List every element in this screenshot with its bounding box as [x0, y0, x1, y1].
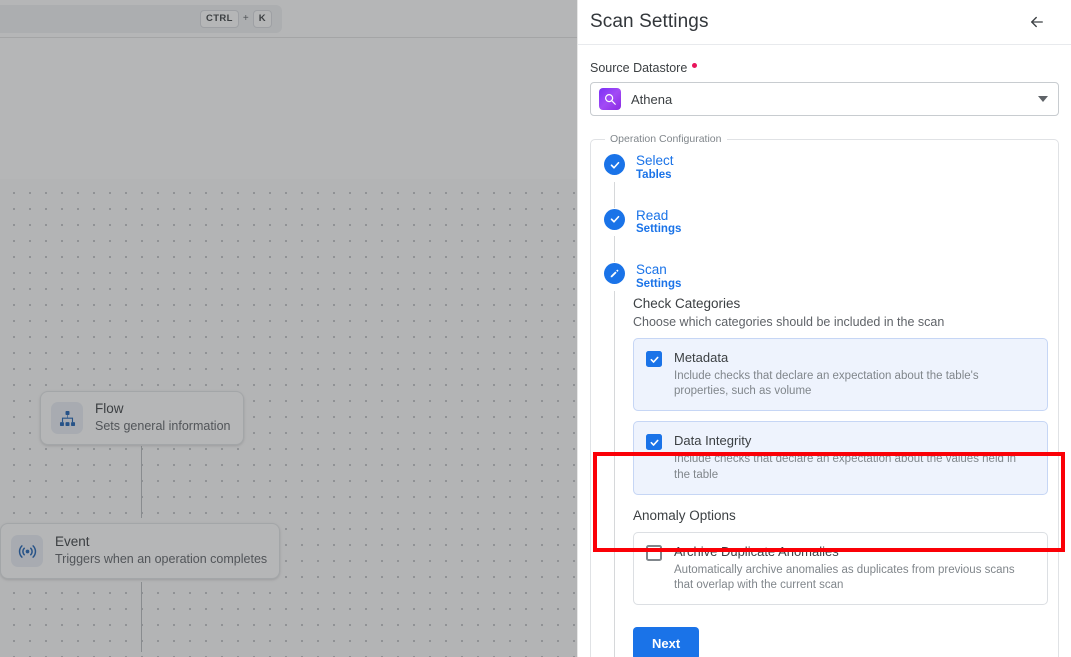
scan-settings-panel: Scan Settings Source Datastore Athena Op…	[577, 0, 1071, 657]
step-connector-2	[601, 236, 1048, 263]
event-node-texts: Event Triggers when an operation complet…	[55, 534, 268, 568]
athena-icon	[599, 88, 621, 110]
check-categories-title: Check Categories	[633, 296, 741, 312]
kbd-ctrl: CTRL	[199, 10, 239, 28]
operation-configuration-fieldset: Operation Configuration Select Tables Re…	[590, 133, 1059, 657]
step-select-tables-line1: Select	[636, 153, 674, 168]
required-indicator	[692, 62, 698, 68]
panel-body: Source Datastore Athena Operation Config…	[578, 45, 1071, 657]
source-datastore-select[interactable]: Athena	[590, 82, 1059, 116]
source-datastore-value: Athena	[631, 91, 673, 107]
broadcast-icon	[11, 535, 43, 567]
event-node[interactable]: Event Triggers when an operation complet…	[0, 523, 280, 579]
panel-header: Scan Settings	[578, 0, 1071, 45]
checkbox-card-metadata-texts: Metadata Include checks that declare an …	[674, 350, 1035, 399]
checkbox-archive-duplicate-anomalies[interactable]	[646, 544, 662, 561]
step-select-tables[interactable]: Select Tables	[601, 153, 1048, 182]
step-scan-settings[interactable]: Scan Settings	[601, 262, 1048, 291]
checkbox-metadata-label: Metadata	[674, 350, 729, 366]
checkbox-card-data-integrity-texts: Data Integrity Include checks that decla…	[674, 433, 1035, 482]
checkbox-card-archive-duplicate-anomalies[interactable]: Archive Duplicate Anomalies Automaticall…	[633, 531, 1048, 605]
stepper: Select Tables Read Settings Scan Setting…	[601, 153, 1048, 657]
anomaly-options-title: Anomaly Options	[633, 507, 736, 523]
sitemap-icon	[51, 402, 83, 434]
step-scan-settings-line1: Scan	[636, 262, 667, 278]
step-scan-settings-line2: Settings	[636, 277, 682, 290]
page-title: Scan Settings	[590, 11, 709, 32]
flow-node[interactable]: Flow Sets general information	[40, 391, 244, 445]
checkbox-metadata[interactable]	[646, 351, 662, 368]
step-read-settings-labels: Read Settings	[636, 208, 681, 237]
chevron-down-icon[interactable]	[1038, 96, 1048, 102]
checkbox-card-data-integrity[interactable]: Data Integrity Include checks that decla…	[633, 421, 1048, 495]
flow-node-texts: Flow Sets general information	[95, 401, 231, 435]
check-icon	[604, 208, 625, 230]
search-shortcut: CTRL + K	[199, 10, 272, 28]
checkbox-metadata-description: Include checks that declare an expectati…	[674, 370, 979, 398]
kbd-plus: +	[242, 13, 249, 25]
checkbox-data-integrity-label: Data Integrity	[674, 433, 752, 449]
next-button[interactable]: Next	[633, 626, 700, 657]
step-connector-1	[601, 181, 1048, 208]
node-connector-bottom	[141, 582, 142, 652]
checkbox-card-metadata[interactable]: Metadata Include checks that declare an …	[633, 338, 1048, 412]
step-read-settings[interactable]: Read Settings	[601, 208, 1048, 237]
checkbox-card-archive-texts: Archive Duplicate Anomalies Automaticall…	[674, 544, 1035, 593]
checkbox-data-integrity-description: Include checks that declare an expectati…	[674, 453, 1017, 481]
step-select-tables-labels: Select Tables	[636, 153, 674, 182]
search-input-text: l fields	[0, 12, 200, 26]
checkbox-data-integrity[interactable]	[646, 434, 662, 451]
step-read-settings-line1: Read	[636, 207, 669, 223]
app-root: l fields CTRL + K	[0, 0, 1071, 657]
pencil-icon	[604, 263, 625, 285]
check-icon	[604, 154, 625, 175]
arrow-left-icon[interactable]	[1023, 8, 1051, 36]
workflow-canvas: l fields CTRL + K	[0, 0, 577, 657]
source-datastore-label-text: Source Datastore	[590, 61, 688, 75]
checkbox-archive-label: Archive Duplicate Anomalies	[674, 543, 839, 559]
step-read-settings-line2: Settings	[636, 223, 682, 236]
event-node-subtitle: Triggers when an operation completes	[55, 552, 268, 567]
scan-settings-content: Check Categories Choose which categories…	[601, 291, 1048, 657]
source-datastore-label: Source Datastore	[590, 61, 1059, 75]
flow-node-subtitle: Sets general information	[95, 419, 231, 434]
step-scan-settings-labels: Scan Settings	[636, 262, 681, 291]
operation-configuration-legend: Operation Configuration	[610, 133, 722, 145]
canvas-header-band	[0, 39, 577, 179]
event-node-title: Event	[55, 534, 90, 550]
canvas-topbar: l fields CTRL + K	[0, 0, 577, 38]
kbd-k: K	[252, 10, 272, 28]
node-connector-top	[141, 446, 142, 518]
check-categories-description: Choose which categories should be includ…	[633, 315, 945, 330]
step-select-tables-line2: Tables	[636, 168, 672, 181]
checkbox-archive-description: Automatically archive anomalies as dupli…	[674, 563, 1015, 591]
search-input[interactable]: l fields CTRL + K	[0, 5, 282, 33]
flow-node-title: Flow	[95, 401, 124, 417]
